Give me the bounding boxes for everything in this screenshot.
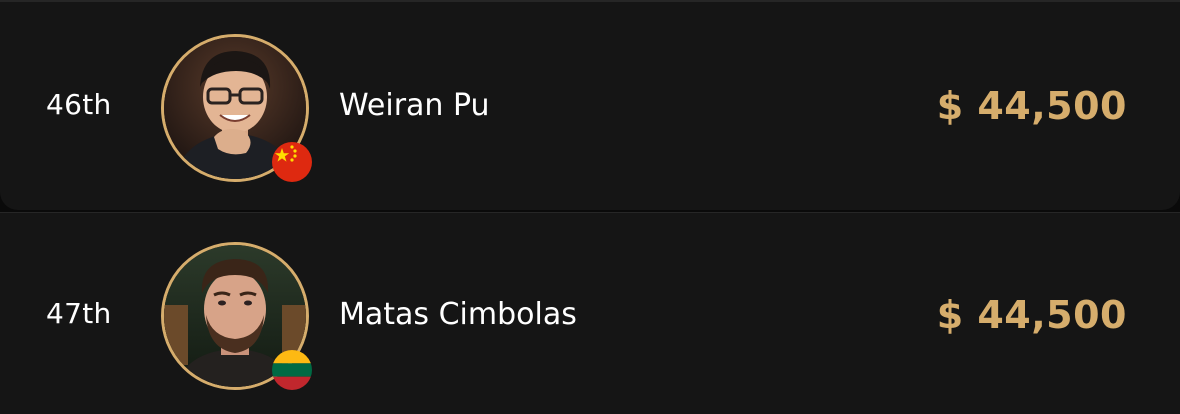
lithuania-flag-icon [272, 350, 312, 390]
player-name[interactable]: Weiran Pu [339, 88, 490, 123]
rank-label: 46th [46, 88, 112, 121]
result-row[interactable]: 47th Matas Cimbolas $ 44,500 [0, 212, 1180, 414]
prize-amount: $ 44,500 [936, 293, 1127, 337]
player-avatar[interactable] [161, 34, 312, 182]
results-list: 46th Weiran Pu $ 44,500 47th Matas Cimbo… [0, 0, 1180, 414]
prize-amount: $ 44,500 [936, 84, 1127, 128]
player-avatar[interactable] [161, 242, 312, 390]
player-name[interactable]: Matas Cimbolas [339, 297, 577, 332]
china-flag-icon [272, 142, 312, 182]
rank-label: 47th [46, 297, 112, 330]
result-row[interactable]: 46th Weiran Pu $ 44,500 [0, 0, 1180, 210]
